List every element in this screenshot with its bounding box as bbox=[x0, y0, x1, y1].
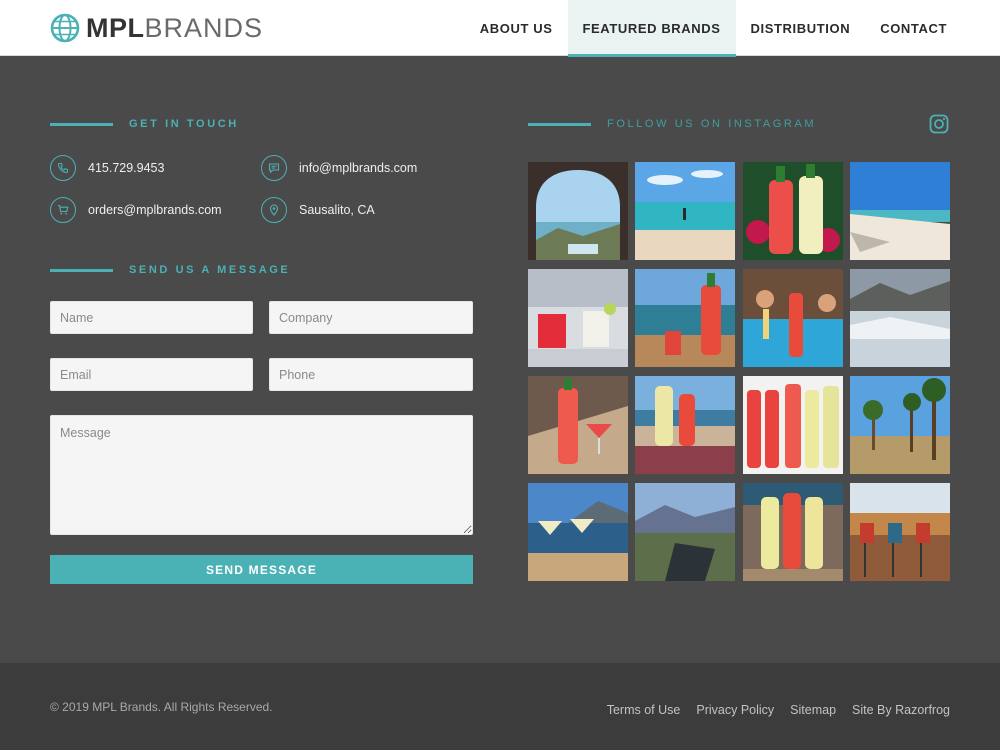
message-textarea[interactable] bbox=[50, 415, 473, 535]
site-footer: © 2019 MPL Brands. All Rights Reserved. … bbox=[0, 663, 1000, 750]
instagram-photo-grid bbox=[528, 162, 950, 581]
instagram-photo[interactable] bbox=[849, 376, 950, 474]
instagram-photo[interactable] bbox=[635, 269, 736, 367]
logo-text-bold: MPL bbox=[86, 13, 145, 43]
instagram-photo[interactable] bbox=[635, 162, 736, 260]
send-message-heading: SEND US A MESSAGE bbox=[50, 264, 290, 276]
email-input[interactable] bbox=[50, 358, 253, 391]
footer-link-credit[interactable]: Site By Razorfrog bbox=[852, 703, 950, 717]
send-message-title: SEND US A MESSAGE bbox=[129, 264, 291, 276]
chat-icon bbox=[261, 155, 287, 181]
instagram-photo[interactable] bbox=[528, 162, 628, 260]
heading-rule bbox=[50, 268, 113, 272]
footer-link-terms[interactable]: Terms of Use bbox=[607, 703, 681, 717]
footer-link-sitemap[interactable]: Sitemap bbox=[790, 703, 836, 717]
instagram-photo[interactable] bbox=[742, 483, 843, 581]
contact-phone[interactable]: 415.729.9453 bbox=[50, 155, 164, 181]
get-in-touch-title: GET IN TOUCH bbox=[129, 118, 239, 130]
map-pin-icon bbox=[261, 197, 287, 223]
copyright-text: © 2019 MPL Brands. All Rights Reserved. bbox=[50, 700, 273, 714]
phone-icon bbox=[50, 155, 76, 181]
contact-location: Sausalito, CA bbox=[261, 197, 375, 223]
send-message-button[interactable]: SEND MESSAGE bbox=[50, 555, 473, 584]
instagram-photo[interactable] bbox=[849, 483, 950, 581]
phone-number: 415.729.9453 bbox=[88, 161, 165, 175]
location-text: Sausalito, CA bbox=[299, 203, 375, 217]
heading-rule bbox=[528, 122, 591, 126]
name-input[interactable] bbox=[50, 301, 253, 334]
email-address: info@mplbrands.com bbox=[299, 161, 418, 175]
site-logo[interactable]: MPLBRANDS bbox=[50, 12, 263, 44]
orders-email: orders@mplbrands.com bbox=[88, 203, 222, 217]
instagram-photo[interactable] bbox=[742, 269, 843, 367]
heading-rule bbox=[50, 122, 113, 126]
cart-icon bbox=[50, 197, 76, 223]
instagram-photo[interactable] bbox=[635, 483, 736, 581]
logo-text-light: BRANDS bbox=[144, 13, 264, 43]
company-input[interactable] bbox=[269, 301, 473, 334]
footer-links: Terms of Use Privacy Policy Sitemap Site… bbox=[591, 703, 950, 717]
instagram-photo[interactable] bbox=[849, 269, 950, 367]
get-in-touch-heading: GET IN TOUCH bbox=[50, 118, 239, 130]
instagram-title: FOLLOW US ON INSTAGRAM bbox=[607, 118, 817, 130]
instagram-icon[interactable] bbox=[928, 113, 950, 135]
phone-input[interactable] bbox=[269, 358, 473, 391]
nav-about-us[interactable]: ABOUT US bbox=[465, 0, 568, 56]
footer-link-privacy[interactable]: Privacy Policy bbox=[696, 703, 774, 717]
instagram-photo[interactable] bbox=[528, 269, 628, 367]
nav-distribution[interactable]: DISTRIBUTION bbox=[736, 0, 866, 56]
instagram-heading: FOLLOW US ON INSTAGRAM bbox=[528, 118, 816, 130]
site-header: MPLBRANDS ABOUT US FEATURED BRANDS DISTR… bbox=[0, 0, 1000, 57]
instagram-photo[interactable] bbox=[528, 483, 628, 581]
contact-orders[interactable]: orders@mplbrands.com bbox=[50, 197, 222, 223]
main-nav: ABOUT US FEATURED BRANDS DISTRIBUTION CO… bbox=[465, 0, 962, 57]
instagram-photo[interactable] bbox=[849, 162, 950, 260]
globe-icon bbox=[50, 13, 80, 43]
instagram-photo[interactable] bbox=[742, 162, 843, 260]
nav-featured-brands[interactable]: FEATURED BRANDS bbox=[567, 0, 736, 57]
instagram-photo[interactable] bbox=[635, 376, 736, 474]
nav-contact[interactable]: CONTACT bbox=[865, 0, 962, 56]
contact-email[interactable]: info@mplbrands.com bbox=[261, 155, 417, 181]
instagram-photo[interactable] bbox=[742, 376, 843, 474]
instagram-photo[interactable] bbox=[528, 376, 628, 474]
